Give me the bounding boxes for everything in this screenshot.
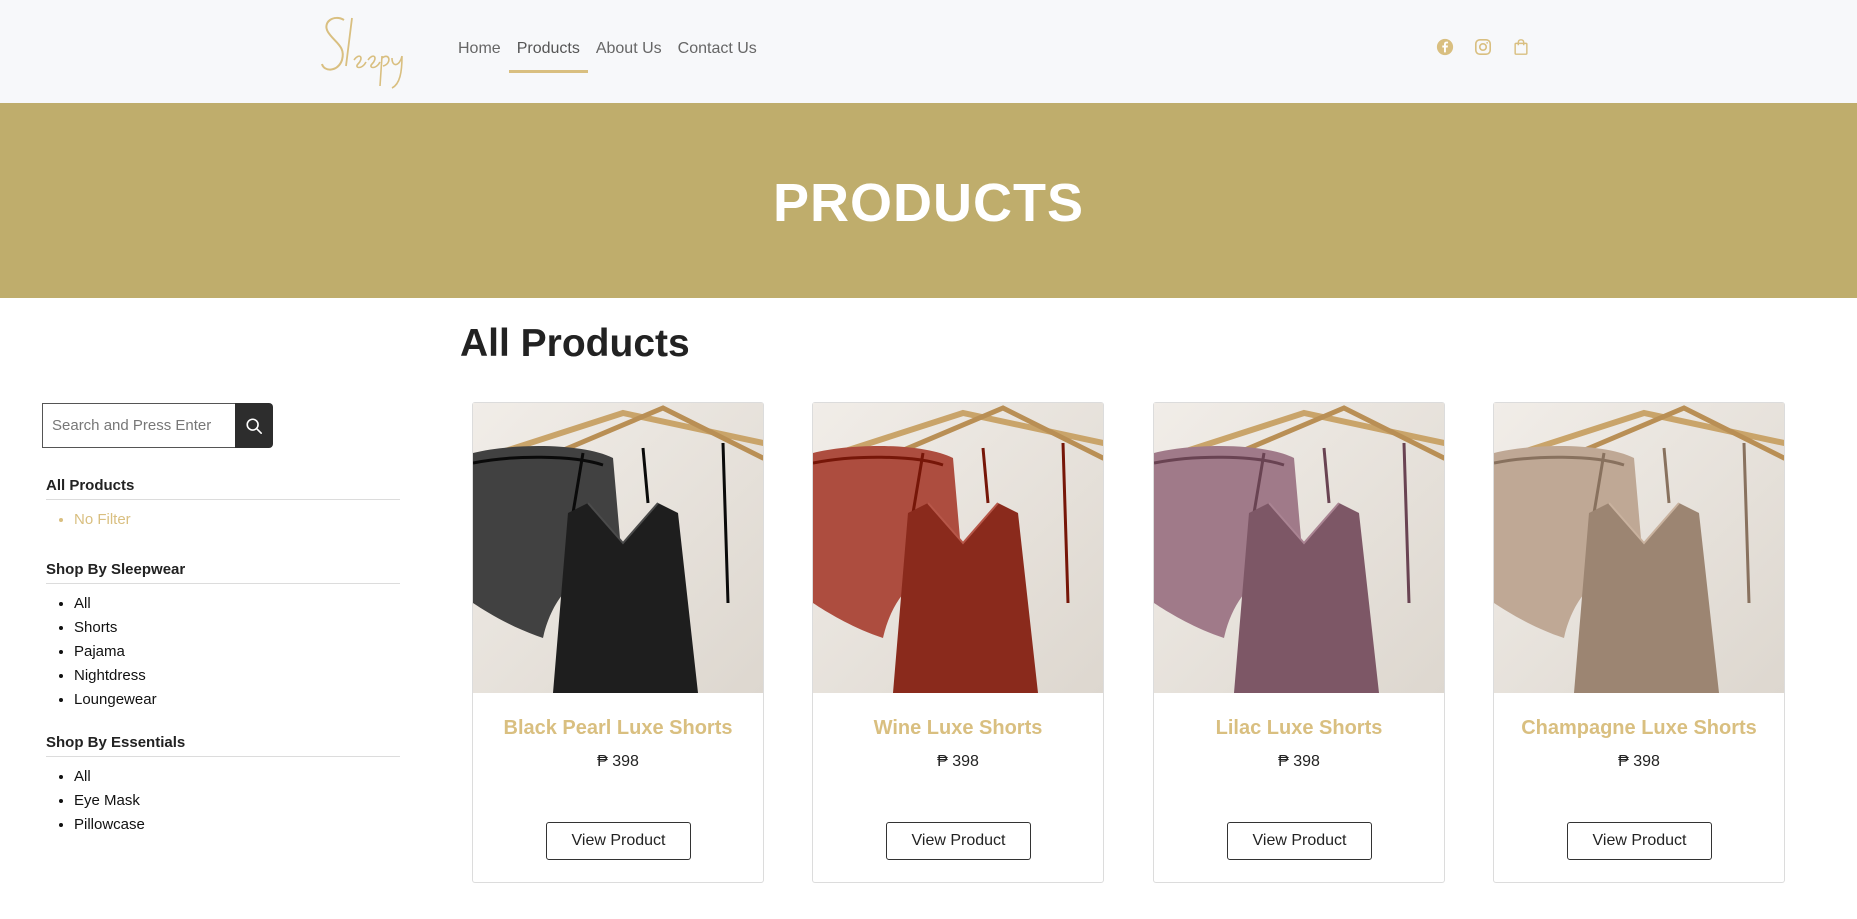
filter-group-title: Shop By Essentials	[46, 734, 400, 757]
filter-item-no-filter[interactable]: No Filter	[74, 508, 400, 532]
filter-item-pajama[interactable]: Pajama	[74, 640, 400, 664]
shopping-bag-icon[interactable]	[1512, 38, 1532, 58]
banner-title: PRODUCTS	[772, 172, 1084, 233]
filter-group-title: Shop By Sleepwear	[46, 561, 400, 584]
search-input[interactable]	[42, 403, 235, 448]
filter-group-all-products: All Products No Filter	[46, 477, 400, 532]
filter-list: All Shorts Pajama Nightdress Loungewear	[46, 592, 400, 712]
product-image[interactable]	[813, 403, 1103, 693]
product-name[interactable]: Wine Luxe Shorts	[813, 717, 1103, 740]
nav-home[interactable]: Home	[450, 35, 509, 63]
product-price: ₱ 398	[937, 753, 979, 770]
filter-group-sleepwear: Shop By Sleepwear All Shorts Pajama Nigh…	[46, 561, 400, 712]
product-card[interactable]: Black Pearl Luxe Shorts ₱ 398 View Produ…	[472, 402, 764, 883]
filter-list: All Eye Mask Pillowcase	[46, 765, 400, 837]
product-price: ₱ 398	[597, 753, 639, 770]
search-bar	[42, 403, 273, 448]
filter-item-shorts[interactable]: Shorts	[74, 616, 400, 640]
product-image[interactable]	[1154, 403, 1444, 693]
product-price: ₱ 398	[1618, 753, 1660, 770]
nav-contact-us[interactable]: Contact Us	[670, 35, 765, 63]
header-icons	[1436, 38, 1532, 58]
sleepy-logo[interactable]	[316, 8, 406, 90]
section-title: All Products	[460, 322, 690, 365]
view-product-button[interactable]: View Product	[546, 822, 691, 860]
main-nav: Home Products About Us Contact Us	[450, 35, 765, 73]
filter-group-title: All Products	[46, 477, 400, 500]
product-image[interactable]	[473, 403, 763, 693]
view-product-button[interactable]: View Product	[886, 822, 1031, 860]
filter-item-eye-mask[interactable]: Eye Mask	[74, 789, 400, 813]
view-product-button[interactable]: View Product	[1567, 822, 1712, 860]
product-price: ₱ 398	[1278, 753, 1320, 770]
nav-products[interactable]: Products	[508, 35, 588, 73]
instagram-icon[interactable]	[1474, 38, 1494, 58]
product-name[interactable]: Champagne Luxe Shorts	[1494, 717, 1784, 740]
filter-item-all[interactable]: All	[74, 592, 400, 616]
product-name[interactable]: Lilac Luxe Shorts	[1154, 717, 1444, 740]
product-name[interactable]: Black Pearl Luxe Shorts	[473, 717, 763, 740]
view-product-button[interactable]: View Product	[1227, 822, 1372, 860]
filter-item-all[interactable]: All	[74, 765, 400, 789]
product-image[interactable]	[1494, 403, 1784, 693]
page-banner: PRODUCTS	[0, 103, 1857, 298]
product-card[interactable]: Lilac Luxe Shorts ₱ 398 View Product	[1153, 402, 1445, 883]
search-button[interactable]	[235, 403, 273, 448]
search-icon	[246, 417, 263, 434]
product-card[interactable]: Wine Luxe Shorts ₱ 398 View Product	[812, 402, 1104, 883]
filter-group-essentials: Shop By Essentials All Eye Mask Pillowca…	[46, 734, 400, 837]
filter-item-pillowcase[interactable]: Pillowcase	[74, 813, 400, 837]
filter-item-loungewear[interactable]: Loungewear	[74, 688, 400, 712]
product-card[interactable]: Champagne Luxe Shorts ₱ 398 View Product	[1493, 402, 1785, 883]
filter-item-nightdress[interactable]: Nightdress	[74, 664, 400, 688]
facebook-icon[interactable]	[1436, 38, 1456, 58]
filter-list: No Filter	[46, 508, 400, 532]
nav-about-us[interactable]: About Us	[588, 35, 670, 63]
site-header: Home Products About Us Contact Us	[0, 0, 1857, 103]
